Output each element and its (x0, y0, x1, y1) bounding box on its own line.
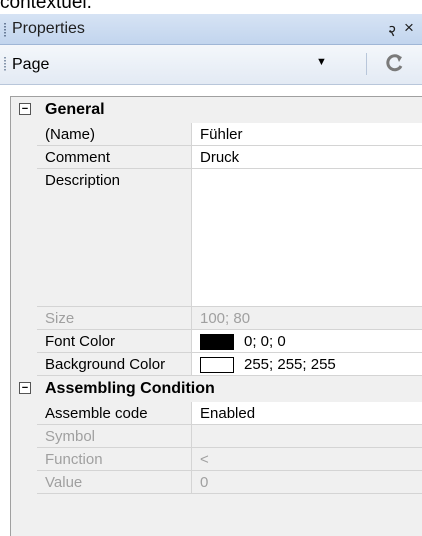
property-row-symbol: Symbol (11, 425, 422, 448)
property-row-size: Size 100; 80 (11, 307, 422, 330)
collapse-icon[interactable]: − (19, 103, 31, 115)
toolbar-grip-icon[interactable] (4, 57, 6, 71)
color-swatch[interactable] (200, 334, 234, 350)
pin-icon[interactable]: २ (388, 19, 396, 41)
clipped-context-text: contextuel. (0, 0, 92, 13)
color-swatch[interactable] (200, 357, 234, 373)
property-row-description[interactable]: Description (11, 169, 422, 307)
property-name: Size (45, 310, 75, 327)
property-grid: − General (Name) Fühler Comment Druck De… (10, 96, 422, 536)
property-name: Font Color (45, 333, 116, 350)
property-name: Description (45, 172, 121, 189)
property-row-value: Value 0 (11, 471, 422, 494)
property-name: Comment (45, 149, 111, 166)
drag-grip-icon[interactable] (4, 23, 6, 37)
property-row-assemble-code[interactable]: Assemble code Enabled (11, 402, 422, 425)
refresh-icon[interactable] (382, 50, 408, 76)
object-selector-bar: Page ▼ (0, 45, 422, 85)
close-icon[interactable]: × (404, 18, 414, 38)
collapse-icon[interactable]: − (19, 382, 31, 394)
property-row-name[interactable]: (Name) Fühler (11, 123, 422, 146)
property-value[interactable]: Enabled (200, 405, 255, 422)
property-row-font-color[interactable]: Font Color 0; 0; 0 (11, 330, 422, 353)
toolbar-separator (366, 53, 367, 75)
property-name: Background Color (45, 356, 166, 373)
property-row-background-color[interactable]: Background Color 255; 255; 255 (11, 353, 422, 376)
property-value: 100; 80 (200, 310, 251, 327)
category-label: General (45, 101, 105, 118)
property-row-function: Function < (11, 448, 422, 471)
property-row-comment[interactable]: Comment Druck (11, 146, 422, 169)
property-name: Symbol (45, 428, 96, 445)
category-general[interactable]: − General (11, 97, 422, 123)
property-value[interactable]: Fühler (200, 126, 243, 143)
property-value[interactable]: 0; 0; 0 (244, 333, 286, 350)
panel-title: Properties (12, 20, 85, 37)
category-assembling-condition[interactable]: − Assembling Condition (11, 376, 422, 402)
property-value[interactable]: 255; 255; 255 (244, 356, 336, 373)
object-combo[interactable]: Page (12, 56, 49, 74)
chevron-down-icon[interactable]: ▼ (316, 56, 327, 68)
property-value[interactable]: Druck (200, 149, 239, 166)
property-name: Value (45, 474, 83, 491)
property-name: Function (45, 451, 103, 468)
category-label: Assembling Condition (45, 380, 215, 397)
property-value: < (200, 451, 209, 468)
property-name: Assemble code (45, 405, 148, 422)
property-name: (Name) (45, 126, 96, 143)
property-value: 0 (200, 474, 209, 491)
properties-titlebar: Properties २ × (0, 14, 422, 45)
